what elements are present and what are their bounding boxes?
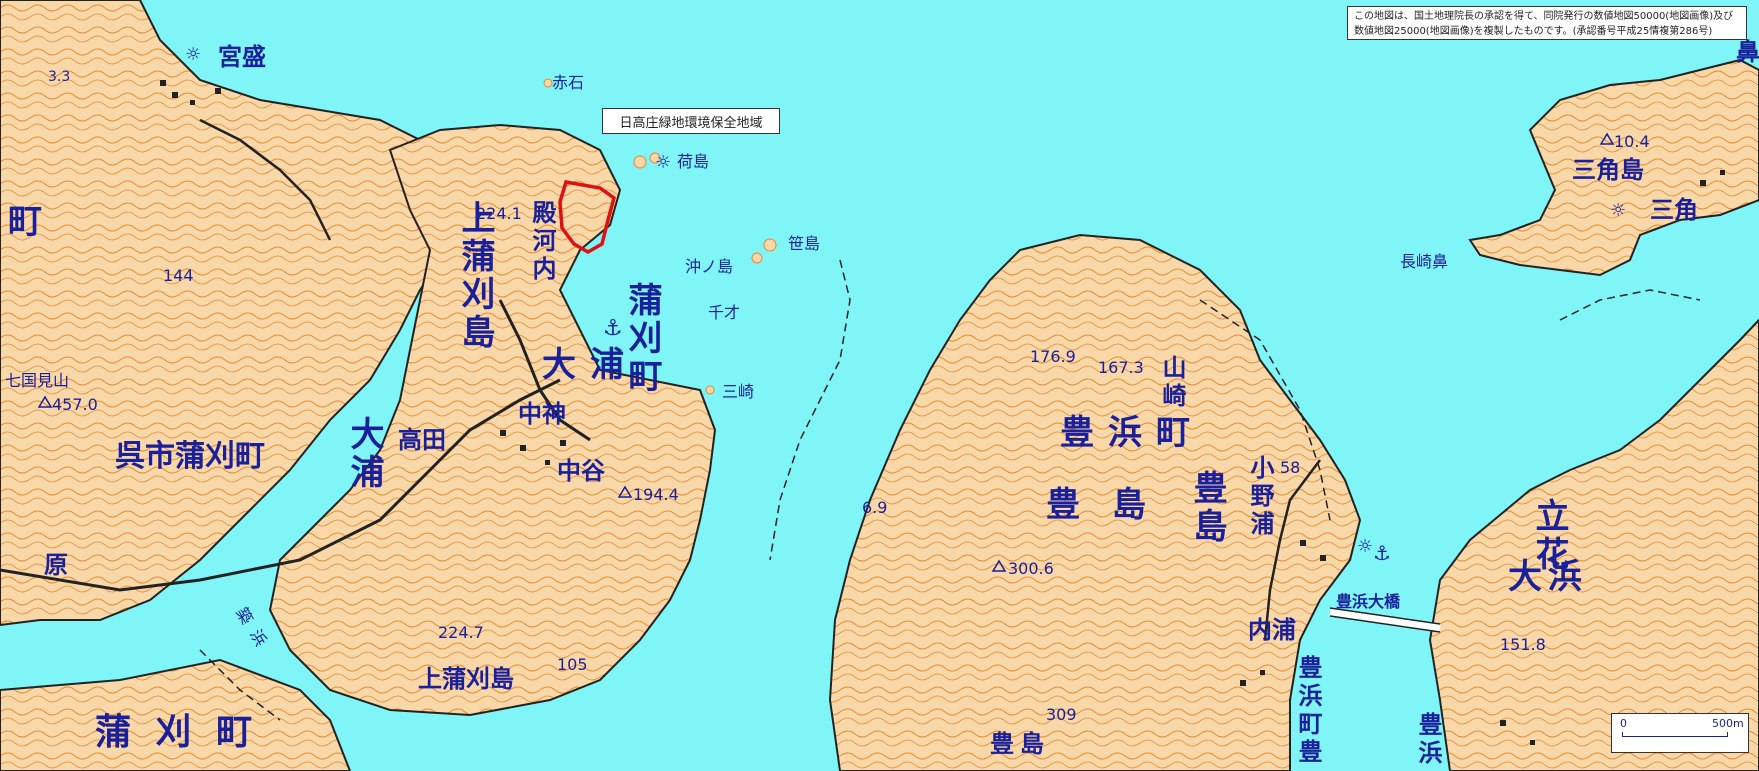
label-yamazaki: 山崎 [1158, 355, 1186, 411]
islet [543, 78, 553, 88]
boundary-line [769, 259, 851, 561]
lighthouse-icon: ☼ [655, 152, 671, 173]
label-oura-vertical: 大浦 [344, 416, 384, 492]
label-toyoshima-vertical: 豊島 [1187, 470, 1227, 546]
landmass-east [1428, 318, 1759, 771]
elevation-label: 167.3 [1098, 358, 1144, 377]
elevation-label: 457.0 [52, 395, 98, 414]
label-oura-big: 大浦 [542, 345, 638, 385]
boundary-line [1559, 289, 1701, 321]
label-misumi: 三角 [1650, 196, 1698, 224]
label-takata: 高田 [398, 426, 446, 454]
elevation-label: 6.9 [862, 498, 888, 517]
lighthouse-icon: ☼ [185, 44, 201, 65]
islet [633, 155, 647, 169]
label-toyoshima-bottom: 豊島 [990, 730, 1050, 758]
elevation-label: 3.3 [48, 69, 71, 85]
scale-ruler [1622, 732, 1728, 737]
elevation-label: 105 [557, 655, 588, 674]
scale-bar: 0 500m [1611, 713, 1749, 753]
label-nishima: 荷島 [677, 152, 710, 171]
elevation-label: 144 [163, 266, 194, 285]
elevation-label: 176.9 [1030, 347, 1076, 366]
conservation-area-label: 日高庄緑地環境保全地域 [602, 108, 780, 134]
anchor-icon: ⚓ [603, 316, 623, 341]
elevation-label: 10.4 [1614, 132, 1650, 151]
label-kure-kamagari: 呉市蒲刈町 [115, 439, 265, 474]
label-toyohama-cho: 豊浜町 [1060, 413, 1204, 453]
label-toyohama-edge: 豊浜 [1414, 712, 1442, 768]
toyohama-bridge [1329, 608, 1441, 632]
scale-start: 0 [1620, 717, 1627, 730]
copyright-notice: この地図は、国土地理院長の承認を得て、同院発行の数値地図50000(地図画像)及… [1347, 6, 1747, 40]
elevation-label: 151.8 [1500, 635, 1546, 654]
label-toyohama-bridge: 豊浜大橋 [1336, 592, 1401, 611]
label-nakatani: 中谷 [557, 457, 605, 485]
label-ohama: 大浜 [1508, 557, 1588, 597]
label-kamikamagari-bottom: 上蒲刈島 [418, 665, 514, 693]
label-sensai: 千才 [708, 303, 741, 322]
lighthouse-icon: ☼ [1610, 200, 1626, 221]
islet [705, 385, 715, 395]
scale-end: 500m [1712, 717, 1744, 730]
label-misumi-island: 三角島 [1572, 156, 1644, 184]
islet [751, 252, 763, 264]
label-tonogouchi: 殿河内 [528, 200, 556, 284]
elevation-label: 194.4 [633, 485, 679, 504]
elevation-label: 58 [1280, 458, 1301, 477]
label-nagasakibana: 長崎鼻 [1400, 252, 1449, 271]
map-canvas[interactable]: ⚓ ⚓ ☼ ☼ ☼ ☼ [0, 0, 1759, 771]
lighthouse-icon: ☼ [1357, 536, 1373, 557]
label-okinoshima: 沖ノ島 [685, 257, 734, 276]
label-sasajima: 笹島 [788, 234, 821, 253]
label-akaishi: 赤石 [552, 73, 585, 92]
anchor-icon: ⚓ [1373, 541, 1391, 565]
label-onoura: 小野浦 [1246, 455, 1274, 539]
label-uchiura: 内浦 [1248, 616, 1296, 644]
label-kamagari-bottom: 蒲 刈 町 [95, 712, 259, 753]
label-toyoshima-center: 豊島 [1046, 485, 1178, 525]
label-misaki: 三崎 [722, 382, 755, 401]
label-hara: 原 [44, 551, 68, 579]
label-nakajin: 中神 [518, 400, 566, 428]
elevation-label: 300.6 [1008, 559, 1054, 578]
label-toyohama-cho-toyo: 豊浜町豊 [1294, 655, 1322, 767]
elevation-label: 224.1 [476, 204, 522, 223]
label-machi-left: 町 [8, 202, 44, 242]
label-miyamori: 宮盛 [218, 43, 266, 71]
islet [763, 238, 777, 252]
label-hana: 鼻 [1736, 38, 1759, 66]
elevation-label: 224.7 [438, 623, 484, 642]
label-nanakuni-miyama: 七国見山 [5, 371, 70, 390]
topographic-map[interactable]: ⚓ ⚓ ☼ ☼ ☼ ☼ 呉市蒲刈町 蒲 刈 町 蒲刈町 上蒲刈島 上蒲刈島 豊浜… [0, 0, 1759, 771]
elevation-label: 309 [1046, 705, 1077, 724]
